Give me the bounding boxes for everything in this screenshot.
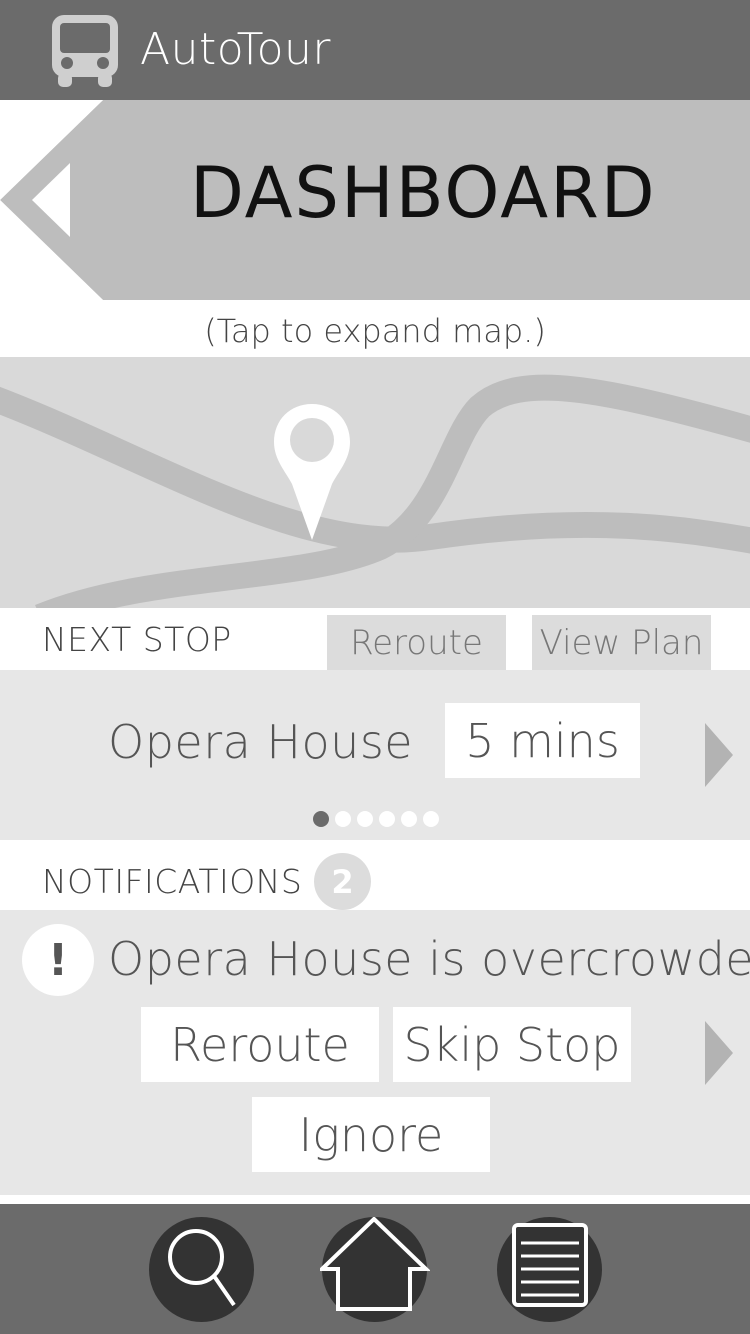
notification-text: Opera House is overcrowded	[108, 932, 750, 986]
notification-reroute-button[interactable]: Reroute	[141, 1007, 379, 1082]
next-stop-label: NEXT STOP	[42, 620, 232, 659]
app-bar: AutoTour	[0, 0, 750, 100]
notification-card: ! Opera House is overcrowded Reroute Ski…	[0, 910, 750, 1195]
reroute-button[interactable]: Reroute	[327, 615, 506, 670]
pager-dot[interactable]	[423, 811, 439, 827]
notifications-label: NOTIFICATIONS	[42, 862, 303, 901]
bus-icon	[52, 15, 118, 87]
pager-dot[interactable]	[357, 811, 373, 827]
stop-eta: 5 mins	[445, 703, 640, 778]
next-stop-arrow-icon[interactable]	[705, 723, 733, 787]
ignore-button[interactable]: Ignore	[252, 1097, 490, 1172]
pager-dots[interactable]	[313, 811, 439, 827]
pager-dot[interactable]	[335, 811, 351, 827]
notifications-count-badge: 2	[314, 853, 371, 910]
pager-dot[interactable]	[313, 811, 329, 827]
map-pin-icon[interactable]	[272, 402, 352, 542]
page-title: DASHBOARD	[190, 152, 657, 234]
nav-search-button[interactable]	[149, 1217, 254, 1322]
map-hint: (Tap to expand map.)	[204, 312, 546, 350]
skip-stop-button[interactable]: Skip Stop	[393, 1007, 631, 1082]
nav-home-button[interactable]	[320, 1217, 430, 1322]
list-icon	[512, 1223, 588, 1307]
nav-list-button[interactable]	[497, 1217, 602, 1322]
next-notification-arrow-icon[interactable]	[705, 1021, 733, 1085]
pager-dot[interactable]	[401, 811, 417, 827]
next-stop-card[interactable]: Opera House 5 mins	[0, 670, 750, 840]
view-plan-button[interactable]: View Plan	[532, 615, 711, 670]
app-title: AutoTour	[140, 24, 331, 75]
pager-dot[interactable]	[379, 811, 395, 827]
search-icon	[168, 1229, 236, 1307]
alert-icon: !	[22, 924, 94, 996]
home-icon	[320, 1217, 430, 1311]
map-roads	[0, 374, 750, 608]
bottom-nav	[0, 1204, 750, 1334]
map-view[interactable]	[0, 357, 750, 608]
back-arrow-icon[interactable]	[30, 163, 72, 237]
stop-name: Opera House	[108, 715, 414, 769]
dashboard-header: DASHBOARD	[0, 100, 750, 300]
